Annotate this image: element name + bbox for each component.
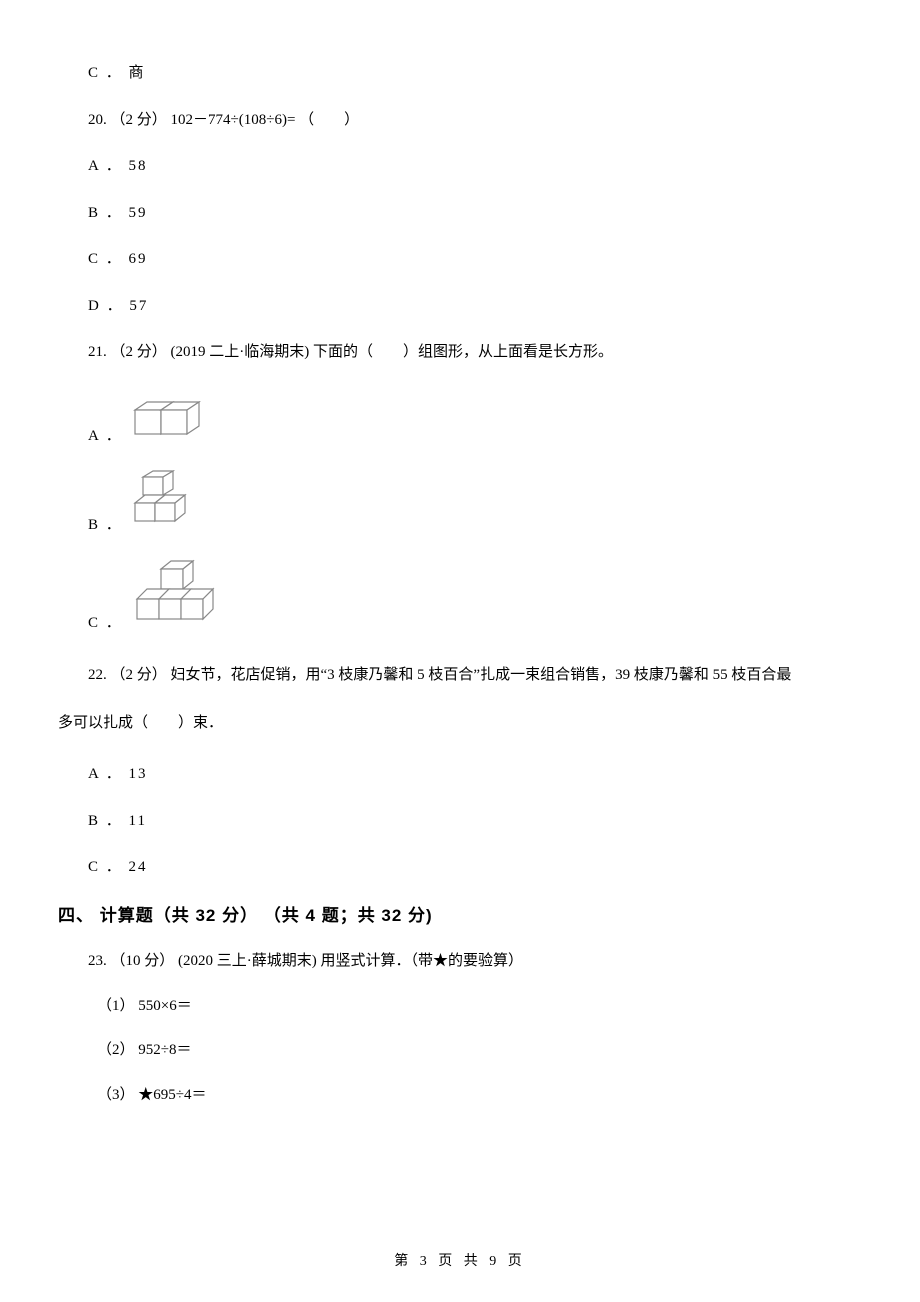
page-content: C ． 商 20. （2 分） 102－774÷(108÷6)= （ ） A ．… (0, 0, 920, 1106)
q21-option-b-label: B ． (88, 514, 123, 537)
cubes-1x2-icon (129, 388, 209, 448)
q22-stem: 22. （2 分） 妇女节，花店促销，用“3 枝康乃馨和 5 枝百合”扎成一束组… (58, 660, 862, 739)
q20-stem: 20. （2 分） 102－774÷(108÷6)= （ ） (58, 109, 862, 132)
q23-sub-1: （1） 550×6＝ (58, 995, 862, 1018)
page-footer: 第 3 页 共 9 页 (0, 1251, 920, 1272)
cubes-l-shape-icon (129, 467, 201, 537)
q22-option-c: C ． 24 (58, 856, 862, 879)
q23-stem: 23. （10 分） (2020 三上·薛城期末) 用竖式计算．（带★的要验算） (58, 950, 862, 973)
q21-option-c: C ． (58, 557, 862, 635)
q20-option-b: B ． 59 (58, 202, 862, 225)
q20-option-d: D ． 57 (58, 295, 862, 318)
q21-option-a-label: A ． (88, 425, 123, 448)
q22-stem-line1: 22. （2 分） 妇女节，花店促销，用“3 枝康乃馨和 5 枝百合”扎成一束组… (58, 660, 862, 692)
q22-stem-line2: 多可以扎成（ ）束． (58, 708, 862, 740)
q22-option-a: A ． 13 (58, 763, 862, 786)
q22-option-b: B ． 11 (58, 810, 862, 833)
q21-option-a: A ． (58, 388, 862, 448)
q21-stem: 21. （2 分） (2019 二上·临海期末) 下面的（ ）组图形，从上面看是… (58, 341, 862, 364)
q20-option-a: A ． 58 (58, 155, 862, 178)
q20-option-c: C ． 69 (58, 248, 862, 271)
cubes-t-shape-icon (129, 557, 229, 635)
q21-option-c-label: C ． (88, 612, 123, 635)
section-4-heading: 四、 计算题（共 32 分） （共 4 题；共 32 分) (58, 903, 862, 929)
q23-sub-3: （3） ★695÷4＝ (58, 1084, 862, 1107)
q21-option-b: B ． (58, 467, 862, 537)
q19-option-c: C ． 商 (58, 62, 862, 85)
q23-sub-2: （2） 952÷8＝ (58, 1039, 862, 1062)
